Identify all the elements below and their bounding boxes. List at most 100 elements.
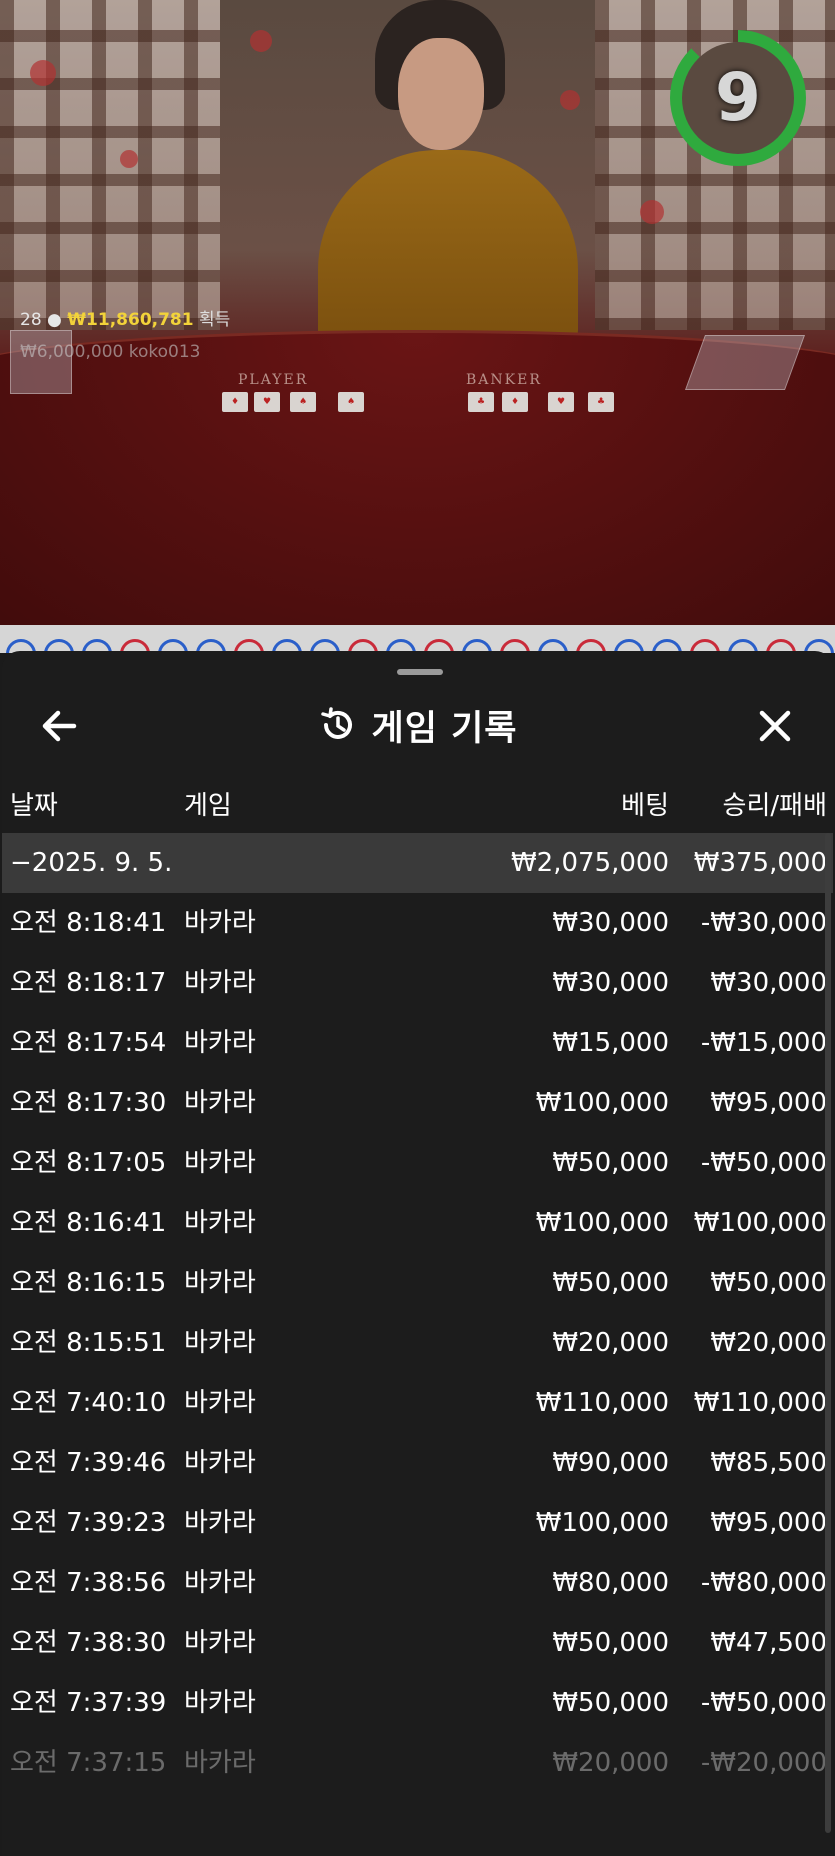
row-result: ₩95,000 [710, 1508, 827, 1538]
table-row[interactable]: 오전 7:38:56 바카라 ₩80,000 -₩80,000 [2, 1553, 833, 1613]
table-row[interactable]: 오전 8:15:51 바카라 ₩20,000 ₩20,000 [2, 1313, 833, 1373]
playing-card: ♣ [588, 392, 614, 412]
column-game: 게임 [184, 791, 232, 821]
playing-card: ♦ [222, 392, 248, 412]
row-result: ₩47,500 [710, 1628, 827, 1658]
row-bet: ₩50,000 [552, 1688, 669, 1718]
playing-card: ♦ [502, 392, 528, 412]
row-bet: ₩80,000 [552, 1568, 669, 1598]
playing-card: ♠ [290, 392, 316, 412]
row-time: 오전 7:38:30 [10, 1628, 167, 1658]
row-time: 오전 7:38:56 [10, 1568, 167, 1598]
viewer-count: 28 [20, 310, 42, 330]
day-bet-total: ₩2,075,000 [510, 848, 669, 878]
blossom [640, 200, 664, 224]
row-game: 바카라 [184, 1448, 256, 1478]
game-history-sheet: 게임 기록 날짜 게임 베팅 승리/패배 −2025. 9. 5. ₩2,075… [2, 651, 833, 1856]
close-button[interactable] [745, 696, 805, 756]
playing-card: ♥ [548, 392, 574, 412]
blossom [560, 90, 580, 110]
row-bet: ₩50,000 [552, 1148, 669, 1178]
table-row[interactable]: 오전 7:37:39 바카라 ₩50,000 -₩50,000 [2, 1673, 833, 1733]
table-row[interactable]: 오전 7:39:23 바카라 ₩100,000 ₩95,000 [2, 1493, 833, 1553]
sheet-header: 게임 기록 [2, 697, 833, 753]
row-game: 바카라 [184, 1148, 256, 1178]
scrollbar[interactable] [825, 833, 831, 1833]
decor-screen-left [0, 0, 220, 330]
playing-card: ♥ [254, 392, 280, 412]
win-amount: ₩11,860,781 [67, 310, 194, 330]
row-result: -₩50,000 [700, 1688, 827, 1718]
table-row[interactable]: 오전 7:38:30 바카라 ₩50,000 ₩47,500 [2, 1613, 833, 1673]
playing-card: ♣ [468, 392, 494, 412]
table-row[interactable]: 오전 8:18:41 바카라 ₩30,000 -₩30,000 [2, 893, 833, 953]
card-holder [10, 330, 72, 394]
table-row[interactable]: 오전 7:39:46 바카라 ₩90,000 ₩85,500 [2, 1433, 833, 1493]
row-time: 오전 8:15:51 [10, 1328, 167, 1358]
column-date: 날짜 [10, 791, 58, 821]
row-time: 오전 8:18:17 [10, 968, 167, 998]
row-bet: ₩50,000 [552, 1628, 669, 1658]
row-game: 바카라 [184, 1328, 256, 1358]
row-bet: ₩110,000 [535, 1388, 669, 1418]
row-bet: ₩30,000 [552, 908, 669, 938]
countdown-number: 9 [715, 59, 761, 136]
row-bet: ₩100,000 [535, 1508, 669, 1538]
winner-info: 28 ● ₩11,860,781 획득 [20, 305, 230, 330]
win-suffix: 획득 [199, 310, 231, 330]
blossom [250, 30, 272, 52]
row-time: 오전 7:39:23 [10, 1508, 167, 1538]
card-shoe [684, 335, 806, 390]
row-game: 바카라 [184, 1088, 256, 1118]
day-group-row[interactable]: −2025. 9. 5. ₩2,075,000 ₩375,000 [2, 833, 833, 893]
row-game: 바카라 [184, 1028, 256, 1058]
live-video: PLAYER BANKER ♦ ♥ ♠ ♠ ♣ ♦ ♥ ♣ 28 ● ₩11,8… [0, 0, 835, 625]
day-result-total: ₩375,000 [693, 848, 827, 878]
row-result: -₩30,000 [700, 908, 827, 938]
row-result: ₩50,000 [710, 1268, 827, 1298]
row-bet: ₩100,000 [535, 1088, 669, 1118]
bead-road [0, 625, 835, 653]
row-bet: ₩90,000 [552, 1448, 669, 1478]
blossom [120, 150, 138, 168]
row-bet: ₩20,000 [552, 1748, 669, 1778]
row-game: 바카라 [184, 1748, 256, 1778]
row-bet: ₩100,000 [535, 1208, 669, 1238]
last-bet-amount: ₩6,000,000 [20, 342, 124, 362]
row-result: ₩95,000 [710, 1088, 827, 1118]
row-time: 오전 7:39:46 [10, 1448, 167, 1478]
close-icon [759, 710, 791, 742]
table-row[interactable]: 오전 8:16:15 바카라 ₩50,000 ₩50,000 [2, 1253, 833, 1313]
row-time: 오전 8:18:41 [10, 908, 167, 938]
row-result: ₩110,000 [693, 1388, 827, 1418]
playing-card: ♠ [338, 392, 364, 412]
table-row[interactable]: 오전 7:37:15 바카라 ₩20,000 -₩20,000 [2, 1733, 833, 1793]
row-game: 바카라 [184, 968, 256, 998]
column-headers: 날짜 게임 베팅 승리/패배 [2, 784, 833, 828]
table-row[interactable]: 오전 8:17:30 바카라 ₩100,000 ₩95,000 [2, 1073, 833, 1133]
blossom [30, 60, 56, 86]
player-label: PLAYER [238, 372, 309, 388]
table-row[interactable]: 오전 8:18:17 바카라 ₩30,000 ₩30,000 [2, 953, 833, 1013]
drag-handle[interactable] [397, 669, 443, 675]
row-game: 바카라 [184, 1568, 256, 1598]
row-result: ₩85,500 [710, 1448, 827, 1478]
row-game: 바카라 [184, 1208, 256, 1238]
row-bet: ₩15,000 [552, 1028, 669, 1058]
row-result: -₩20,000 [700, 1748, 827, 1778]
row-time: 오전 7:37:15 [10, 1748, 167, 1778]
table-row[interactable]: 오전 8:16:41 바카라 ₩100,000 ₩100,000 [2, 1193, 833, 1253]
dealer-face [398, 38, 484, 150]
table-row[interactable]: 오전 8:17:54 바카라 ₩15,000 -₩15,000 [2, 1013, 833, 1073]
table-row[interactable]: 오전 8:17:05 바카라 ₩50,000 -₩50,000 [2, 1133, 833, 1193]
row-game: 바카라 [184, 908, 256, 938]
page-title: 게임 기록 [371, 708, 518, 749]
row-time: 오전 8:17:30 [10, 1088, 167, 1118]
history-table: −2025. 9. 5. ₩2,075,000 ₩375,000 오전 8:18… [2, 833, 833, 1793]
table-row[interactable]: 오전 7:40:10 바카라 ₩110,000 ₩110,000 [2, 1373, 833, 1433]
banker-label: BANKER [466, 372, 542, 388]
person-icon: ● [47, 310, 62, 330]
row-bet: ₩50,000 [552, 1268, 669, 1298]
row-result: ₩100,000 [693, 1208, 827, 1238]
row-time: 오전 8:17:54 [10, 1028, 167, 1058]
